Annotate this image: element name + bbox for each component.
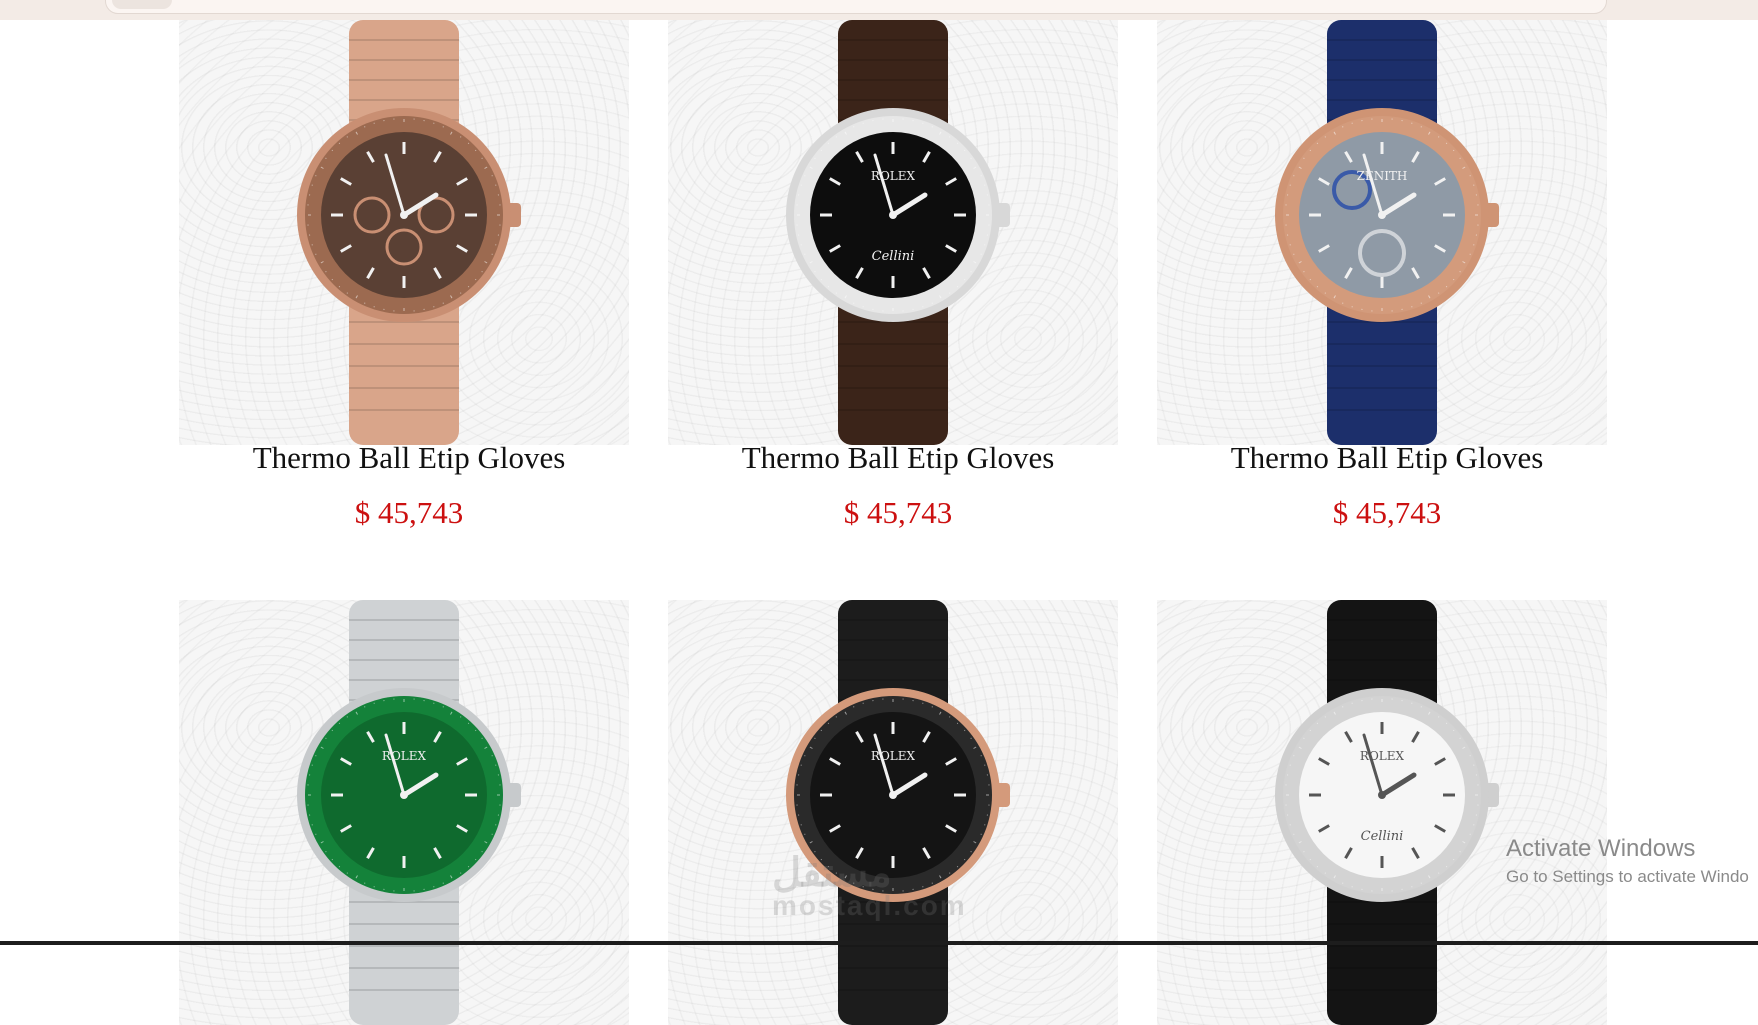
browser-top-strip [0,0,1758,20]
product-name[interactable]: Thermo Ball Etip Gloves [179,440,639,476]
product-name[interactable]: Thermo Ball Etip Gloves [668,440,1128,476]
product-image[interactable]: ZENITH [1157,20,1607,445]
dial-brand-text: ROLEX [871,749,916,763]
activation-title: Activate Windows [1506,835,1749,863]
product-price: $ 45,743 [1157,495,1617,531]
dial-script-text: Cellini [1361,829,1404,844]
skeleton-tourbillon-watch: ZENITH [1157,20,1607,445]
product-price: $ 45,743 [668,495,1128,531]
white-dial-cellini-watch: ROLEX Cellini [1157,600,1607,1025]
product-image[interactable] [179,20,629,445]
rose-gold-chronograph-watch [179,20,629,445]
product-image[interactable]: ROLEX Cellini [668,20,1118,445]
product-price: $ 45,743 [179,495,639,531]
site-info-chip[interactable] [112,0,172,9]
dial-brand-text: ROLEX [1360,749,1405,763]
dial-brand-text: ZENITH [1357,169,1408,183]
windows-activation-notice: Activate Windows Go to Settings to activ… [1506,835,1749,887]
product-image[interactable]: ROLEX [668,600,1118,1025]
dial-brand-text: ROLEX [382,749,427,763]
product-image[interactable]: ROLEX Cellini [1157,600,1607,1025]
dial-brand-text: ROLEX [871,169,916,183]
black-rose-gold-yachtmaster-watch: ROLEX [668,600,1118,1025]
product-image[interactable]: ROLEX [179,600,629,1025]
product-name[interactable]: Thermo Ball Etip Gloves [1157,440,1617,476]
green-submariner-watch: ROLEX [179,600,629,1025]
dial-script-text: Cellini [872,249,915,264]
taskbar-edge [0,941,1758,945]
address-bar[interactable] [105,0,1607,14]
site-watermark-url: mostaql.com [772,890,967,922]
diamond-bezel-black-dial-watch: ROLEX Cellini [668,20,1118,445]
activation-subtitle: Go to Settings to activate Windo [1506,867,1749,887]
